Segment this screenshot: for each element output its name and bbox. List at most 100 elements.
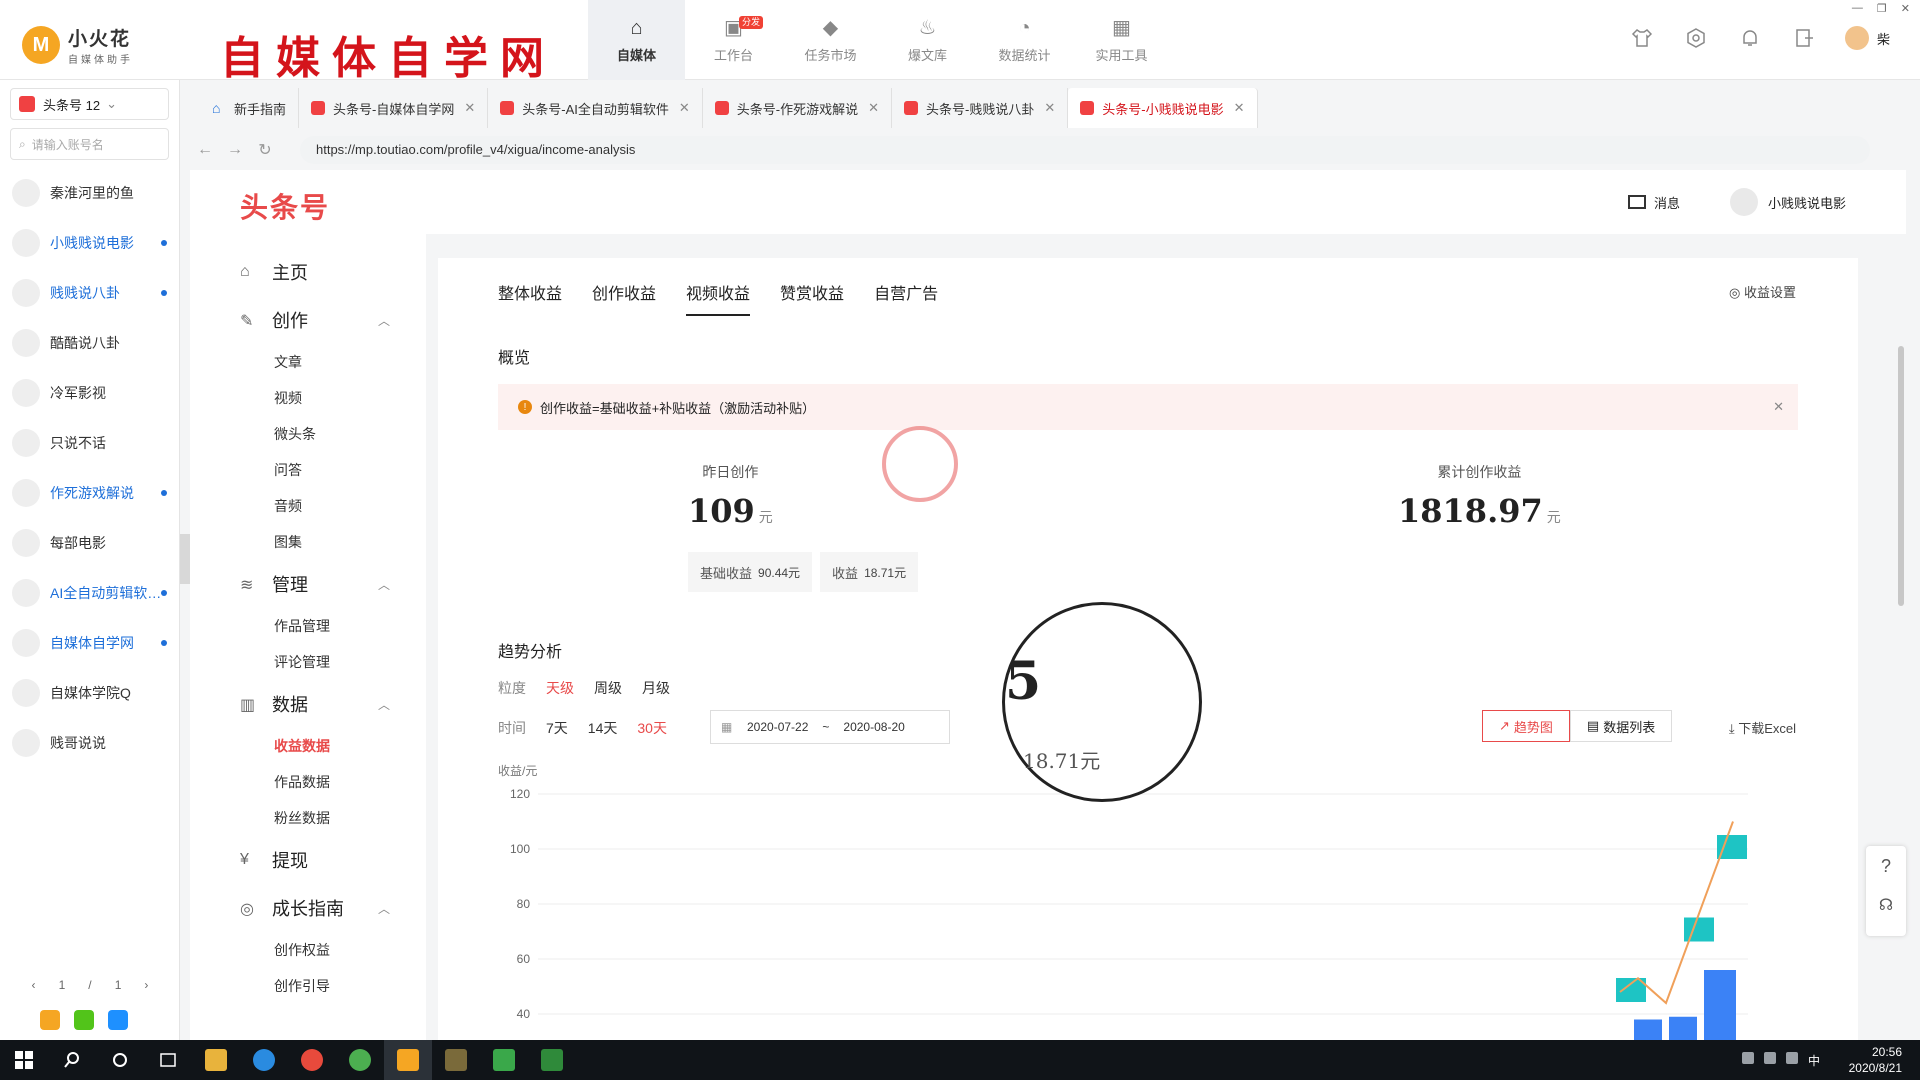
nav-item-5[interactable]: ▦ 实用工具	[1073, 0, 1170, 80]
network-icon[interactable]	[1763, 1052, 1776, 1064]
nav-item-2[interactable]: ◆ 任务市场	[782, 0, 879, 80]
cortana-icon[interactable]	[96, 1040, 144, 1080]
account-item[interactable]: 秦淮河里的鱼	[0, 168, 179, 218]
menu-sub-item[interactable]: 问答	[190, 452, 426, 488]
menu-group[interactable]: ≋ 管理 ︿	[190, 560, 426, 608]
nav-item-4[interactable]: ◔ 数据统计	[976, 0, 1073, 80]
page-scrollbar[interactable]	[1898, 346, 1904, 606]
camtasia-recorder-icon[interactable]	[528, 1040, 576, 1080]
browser-tab[interactable]: 头条号-自媒体自学网 ✕	[299, 88, 489, 128]
account-item[interactable]: 小贱贱说电影	[0, 218, 179, 268]
account-item[interactable]: 自媒体学院Q	[0, 668, 179, 718]
account-item[interactable]: 只说不话	[0, 418, 179, 468]
account-item[interactable]: 自媒体自学网	[0, 618, 179, 668]
range-option[interactable]: 30天	[637, 718, 667, 738]
menu-sub-item[interactable]: 评论管理	[190, 644, 426, 680]
ime-indicator[interactable]: 中	[1808, 1052, 1820, 1069]
pager-next[interactable]: ›	[144, 978, 148, 992]
close-icon[interactable]: ✕	[464, 100, 475, 116]
xiaohuohua-app-icon[interactable]	[384, 1040, 432, 1080]
menu-group[interactable]: ◎ 成长指南 ︿	[190, 884, 426, 932]
help-icon[interactable]: ?	[1866, 856, 1906, 877]
task-view-icon[interactable]	[144, 1040, 192, 1080]
exit-icon[interactable]	[1793, 27, 1815, 49]
menu-group[interactable]: ▥ 数据 ︿	[190, 680, 426, 728]
close-icon[interactable]: ✕	[1234, 100, 1245, 116]
menu-sub-item[interactable]: 作品管理	[190, 608, 426, 644]
url-field[interactable]: https://mp.toutiao.com/profile_v4/xigua/…	[300, 136, 1870, 164]
range-option[interactable]: 14天	[588, 718, 618, 738]
menu-sub-item[interactable]: 文章	[190, 344, 426, 380]
camtasia-icon[interactable]	[480, 1040, 528, 1080]
trend-chart-button[interactable]: ↗ 趋势图	[1482, 710, 1570, 742]
refresh-icon[interactable]	[108, 1010, 128, 1030]
account-avatar[interactable]	[1729, 188, 1758, 216]
menu-group[interactable]: ¥ 提现	[190, 836, 426, 884]
browser-tab[interactable]: ⌂ 新手指南	[200, 88, 300, 128]
account-item[interactable]: 贱贱说八卦	[0, 268, 179, 318]
account-item[interactable]: 贱哥说说	[0, 718, 179, 768]
browser-tab[interactable]: 头条号-贱贱说八卦 ✕	[892, 88, 1069, 128]
headset-icon[interactable]: ☊	[1866, 895, 1906, 915]
menu-sub-item[interactable]: 收益数据	[190, 728, 426, 764]
page-logo[interactable]: 头条号	[240, 186, 330, 226]
menu-sub-item[interactable]: 作品数据	[190, 764, 426, 800]
close-icon[interactable]: ✕	[679, 100, 690, 116]
menu-sub-item[interactable]: 创作引导	[190, 968, 426, 1004]
account-item[interactable]: 每部电影	[0, 518, 179, 568]
menu-group[interactable]: ⌂ 主页	[190, 248, 426, 296]
nav-item-0[interactable]: ⌂ 自媒体	[588, 0, 685, 80]
account-item[interactable]: 作死游戏解说	[0, 468, 179, 518]
start-button[interactable]	[0, 1040, 48, 1080]
income-tab[interactable]: 自营广告	[874, 280, 938, 316]
search-icon[interactable]	[48, 1040, 96, 1080]
granularity-option[interactable]: 月级	[642, 678, 670, 698]
income-tab[interactable]: 视频收益	[686, 280, 751, 316]
browser-icon[interactable]	[240, 1040, 288, 1080]
granularity-option[interactable]: 天级	[546, 678, 574, 698]
file-explorer-icon[interactable]	[192, 1040, 240, 1080]
income-tab[interactable]: 创作收益	[592, 280, 656, 316]
restore-icon[interactable]: ❐	[1877, 2, 1887, 15]
battery-icon[interactable]	[1741, 1052, 1754, 1064]
data-table-button[interactable]: ▤ 数据列表	[1569, 710, 1673, 742]
bell-icon[interactable]	[1739, 27, 1761, 49]
account-search[interactable]: ⌕ 请输入账号名	[10, 128, 169, 160]
income-tab[interactable]: 赞赏收益	[780, 280, 844, 316]
settings-icon[interactable]	[1685, 27, 1707, 49]
account-name[interactable]: 小贱贱说电影	[1768, 193, 1846, 212]
menu-group[interactable]: ✎ 创作 ︿	[190, 296, 426, 344]
add-doc-icon[interactable]	[74, 1010, 94, 1030]
forward-icon[interactable]: →	[220, 141, 250, 159]
granularity-option[interactable]: 周级	[594, 678, 622, 698]
menu-sub-item[interactable]: 图集	[190, 524, 426, 560]
reload-icon[interactable]: ↻	[250, 140, 280, 160]
app-logo[interactable]: M 小火花 自媒体助手	[22, 24, 133, 66]
window-controls[interactable]: — ❐ ✕	[1852, 2, 1910, 15]
range-option[interactable]: 7天	[546, 718, 568, 738]
menu-sub-item[interactable]: 视频	[190, 380, 426, 416]
chrome-icon[interactable]	[288, 1040, 336, 1080]
date-range-picker[interactable]: ▦ 2020-07-22 ~ 2020-08-20	[710, 710, 950, 744]
income-tab[interactable]: 整体收益	[498, 280, 562, 316]
close-icon[interactable]: ✕	[868, 100, 879, 116]
volume-icon[interactable]	[1785, 1052, 1798, 1064]
nav-item-3[interactable]: ♨ 爆文库	[879, 0, 976, 80]
account-item[interactable]: AI全自动剪辑软…	[0, 568, 179, 618]
browser-tab[interactable]: 头条号-作死游戏解说 ✕	[703, 88, 893, 128]
green-app-icon[interactable]	[336, 1040, 384, 1080]
browser-tab[interactable]: 头条号-AI全自动剪辑软件 ✕	[488, 88, 703, 128]
menu-sub-item[interactable]: 创作权益	[190, 932, 426, 968]
back-icon[interactable]: ←	[190, 141, 220, 159]
shirt-icon[interactable]	[1631, 27, 1653, 49]
close-icon[interactable]: ✕	[1901, 2, 1910, 15]
minimize-icon[interactable]: —	[1852, 2, 1863, 15]
income-settings-link[interactable]: ◎ 收益设置	[1729, 282, 1796, 301]
user-menu[interactable]: 柴	[1844, 26, 1890, 50]
close-icon[interactable]: ✕	[1773, 399, 1784, 415]
browser-tab[interactable]: 头条号-小贱贱说电影 ✕	[1068, 88, 1258, 128]
menu-sub-item[interactable]: 粉丝数据	[190, 800, 426, 836]
platform-selector[interactable]: 头条号 12 ⌄	[10, 88, 169, 120]
account-item[interactable]: 酷酷说八卦	[0, 318, 179, 368]
orange-tool-icon[interactable]	[40, 1010, 60, 1030]
